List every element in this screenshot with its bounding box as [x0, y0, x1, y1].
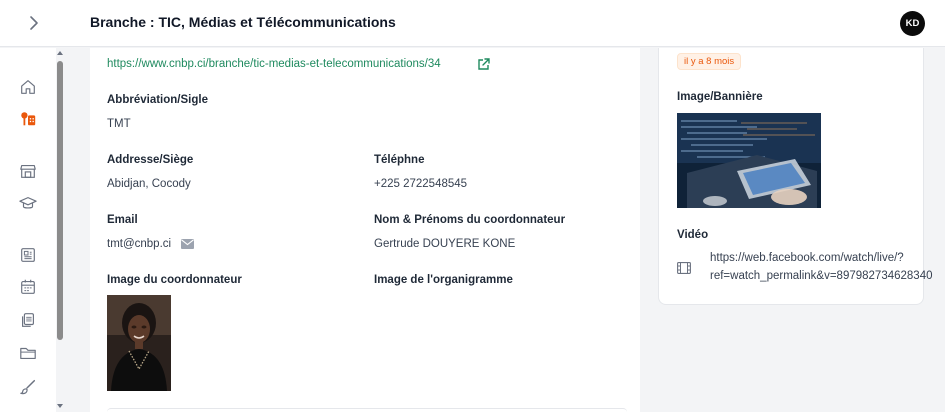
envelope-icon[interactable] [181, 239, 194, 249]
banner-label: Image/Bannière [677, 91, 763, 103]
scrollbar-thumb[interactable] [57, 61, 63, 340]
copy-icon [22, 313, 34, 327]
sidebar-toggle-button[interactable] [24, 13, 44, 33]
graduation-cap-icon [19, 197, 37, 209]
news-icon [21, 248, 35, 262]
home-icon [21, 80, 35, 94]
sidebar-item-store[interactable] [17, 160, 39, 182]
video-url-line-1[interactable]: https://web.facebook.com/watch/live/? [710, 252, 904, 264]
coordinator-image-label: Image du coordonnateur [107, 274, 242, 286]
updated-time-badge: il y a 8 mois [677, 53, 742, 70]
abbr-label: Abbréviation/Sigle [107, 94, 208, 106]
external-link-icon[interactable] [477, 57, 491, 71]
sidebar-item-training[interactable] [17, 192, 39, 214]
branch-details-card: https://www.cnbp.ci/branche/tic-medias-e… [90, 48, 640, 412]
email-value: tmt@cnbp.ci [107, 238, 172, 250]
phone-value: +225 2722548545 [374, 178, 468, 190]
banner-image[interactable] [677, 113, 821, 208]
brush-icon [20, 379, 36, 395]
calendar-icon [21, 279, 35, 294]
coordinator-name-value: Gertrude DOUYERE KONE [374, 238, 516, 250]
store-icon [20, 165, 36, 178]
video-label: Vidéo [677, 229, 709, 241]
scroll-down-arrow-icon[interactable] [57, 403, 63, 409]
page-title: Branche : TIC, Médias et Télécommunicati… [90, 14, 396, 30]
branch-url-link[interactable]: https://www.cnbp.ci/branche/tic-medias-e… [107, 58, 441, 70]
coordinator-photo[interactable] [107, 295, 171, 391]
user-avatar[interactable]: KD [900, 11, 925, 36]
sidebar-item-branches[interactable] [17, 108, 39, 130]
abbr-value: TMT [107, 118, 131, 130]
sidebar [0, 48, 56, 412]
org-chart-image-label: Image de l'organigramme [374, 274, 513, 286]
sidebar-item-news[interactable] [17, 244, 39, 266]
address-label: Addresse/Siège [107, 154, 194, 166]
film-icon [677, 262, 691, 274]
coordinator-name-label: Nom & Prénoms du coordonnateur [374, 214, 566, 226]
sidebar-item-design[interactable] [17, 376, 39, 398]
top-header: Branche : TIC, Médias et Télécommunicati… [0, 0, 945, 47]
sidebar-item-documents[interactable] [17, 309, 39, 331]
branches-icon [21, 112, 36, 126]
video-url-line-2[interactable]: ref=watch_permalink&v=897982734628340 [710, 270, 933, 282]
sidebar-item-calendar[interactable] [17, 276, 39, 298]
sidebar-item-folder[interactable] [17, 342, 39, 364]
scroll-up-arrow-icon[interactable] [57, 50, 63, 56]
folder-icon [20, 347, 36, 359]
chevron-right-icon [30, 16, 38, 30]
email-label: Email [107, 214, 138, 226]
media-card: il y a 8 mois Image/Bannière Vidéo https… [658, 48, 933, 305]
section-divider [107, 408, 627, 412]
sidebar-item-home[interactable] [17, 76, 39, 98]
address-value: Abidjan, Cocody [107, 178, 191, 190]
phone-label: Téléphne [374, 154, 425, 166]
